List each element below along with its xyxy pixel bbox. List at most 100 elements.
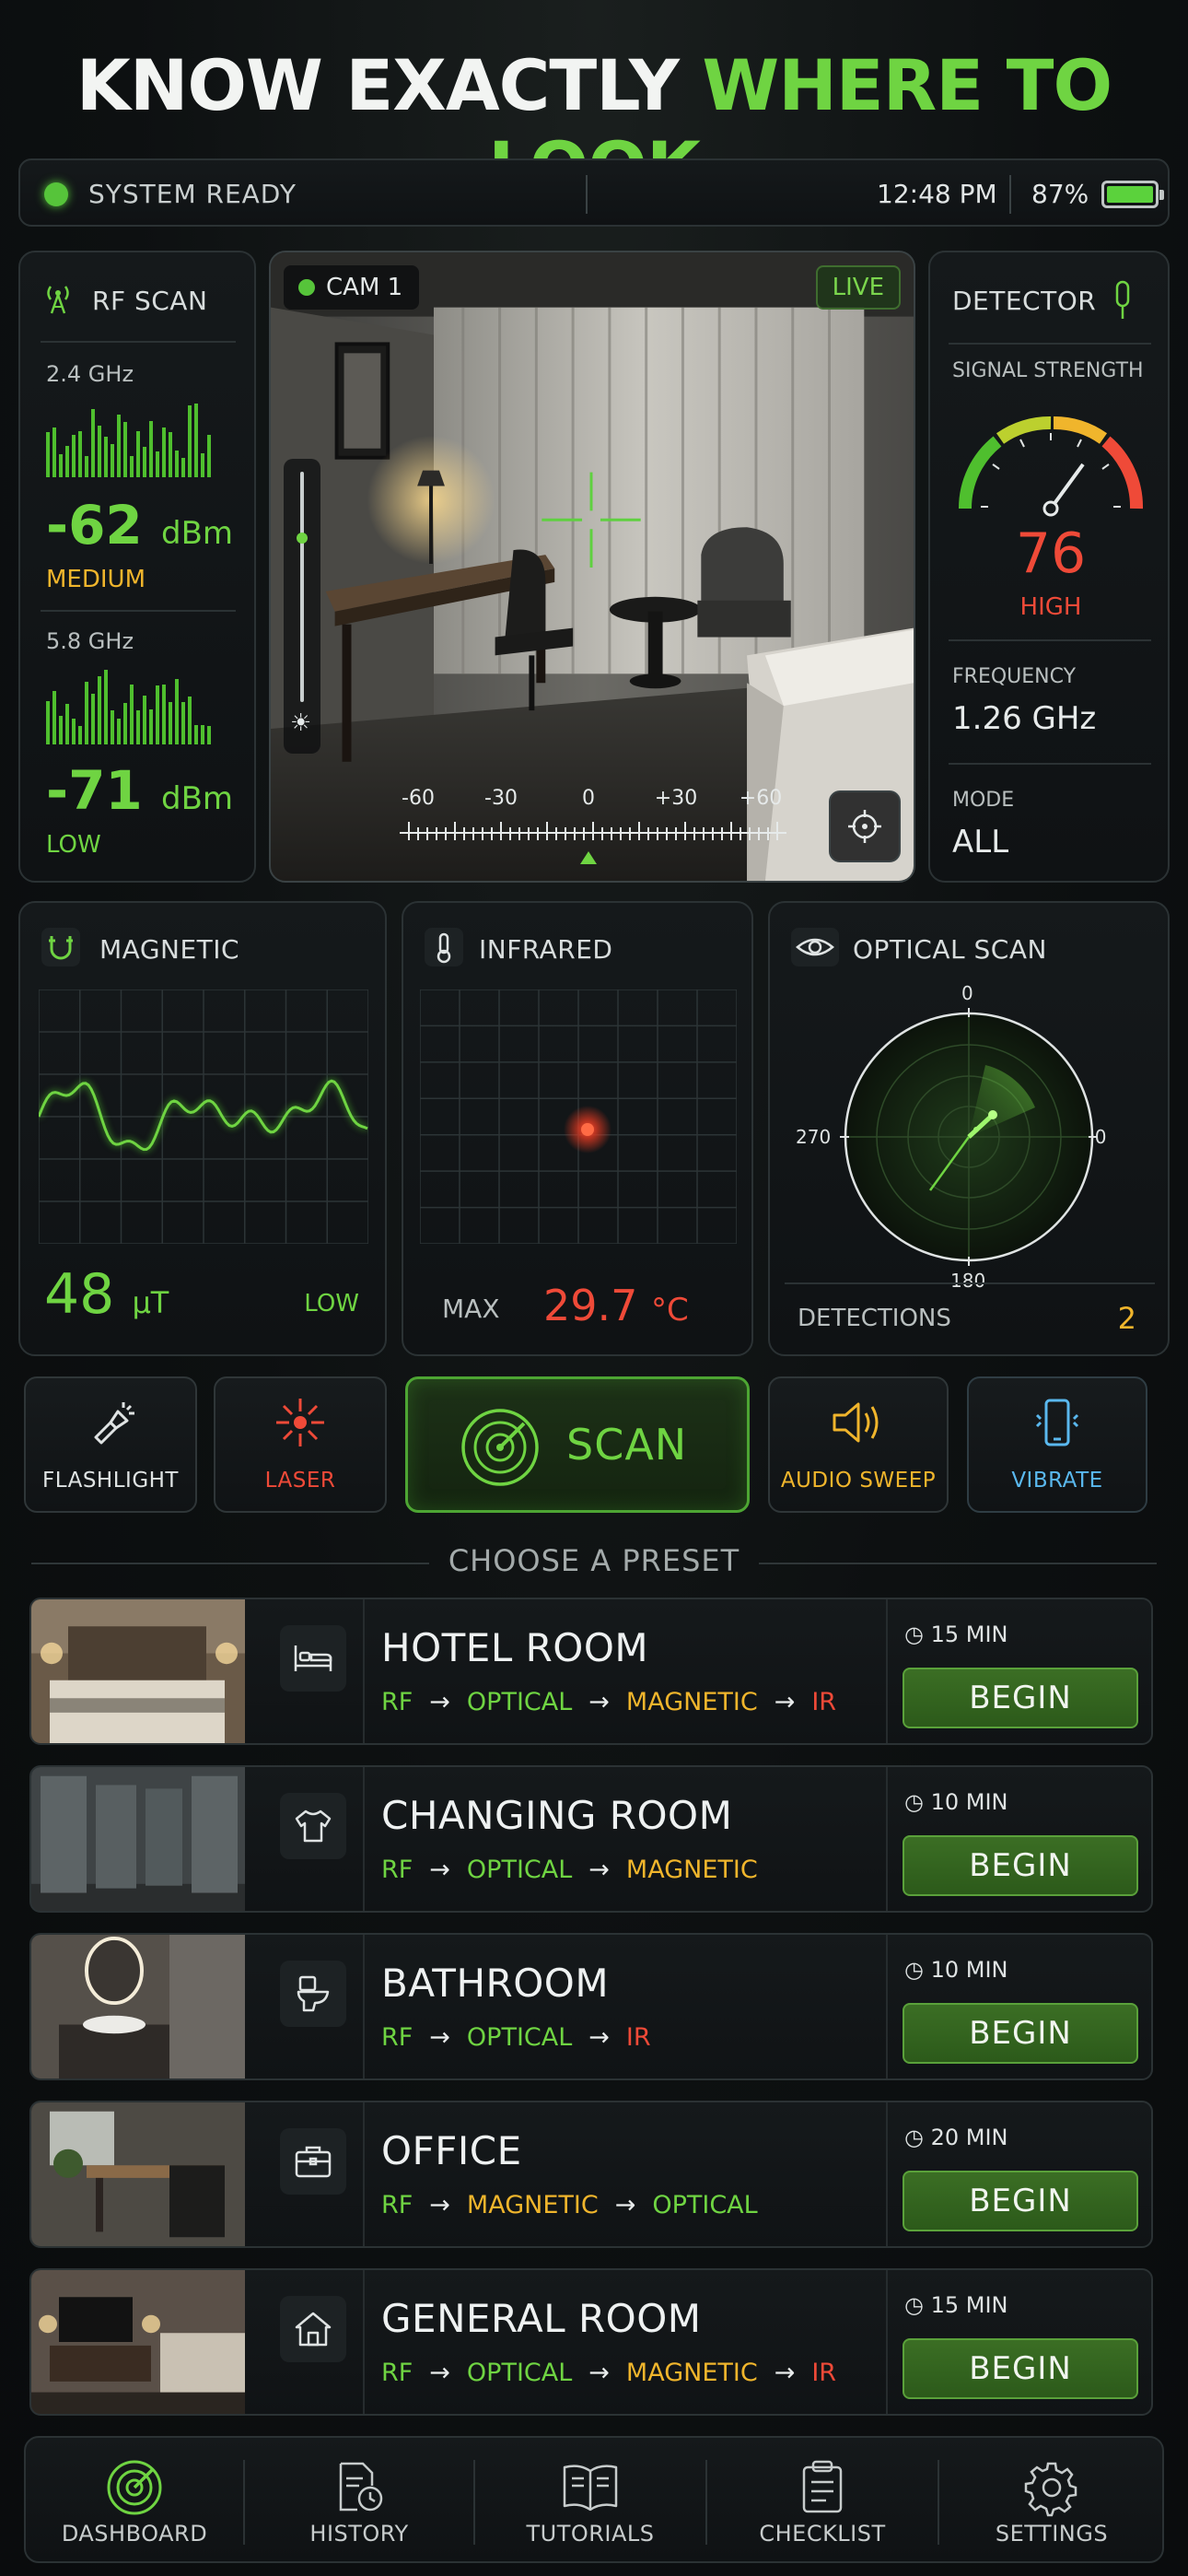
infrared-panel[interactable]: INFRARED MAX 29.7 °C: [402, 901, 753, 1356]
rf-scan-panel[interactable]: RF SCAN 2.4 GHz -62 dBm MEDIUM 5.8 GHz -…: [18, 251, 256, 883]
spectrum-bar: [52, 691, 56, 744]
band1-spectrum: [46, 402, 211, 477]
slider-track[interactable]: [300, 472, 304, 702]
band2-freq: 5.8 GHz: [46, 628, 134, 654]
preset-duration: ◷ 20 MIN: [904, 2125, 1008, 2150]
band2-spectrum: [46, 669, 211, 744]
preset-changing-room[interactable]: CHANGING ROOM RF → OPTICAL → MAGNETIC ◷ 10 M…: [29, 1765, 1153, 1913]
flashlight-icon: [94, 1402, 134, 1445]
divider: [886, 2102, 888, 2246]
frequency-label: FREQUENCY: [952, 665, 1077, 688]
preset-icon-box: [280, 2128, 346, 2195]
spectrum-bar: [104, 437, 108, 477]
detections-label: DETECTIONS: [798, 1305, 951, 1332]
preset-icon-box: [280, 2296, 346, 2362]
mode-value[interactable]: ALL: [952, 824, 1008, 861]
spectrum-bar: [46, 432, 50, 477]
spectrum-bar: [130, 685, 134, 744]
begin-button[interactable]: BEGIN: [903, 2171, 1138, 2231]
optical-scan-panel[interactable]: OPTICAL SCAN 0 90 180 270 DETECTIONS 2: [768, 901, 1170, 1356]
nav-settings[interactable]: SETTINGS: [939, 2438, 1164, 2561]
begin-button[interactable]: BEGIN: [903, 2338, 1138, 2399]
antenna-icon: [47, 286, 69, 314]
vibrate-label: VIBRATE: [1011, 1469, 1103, 1493]
spectrum-bar: [169, 702, 172, 744]
preset-office[interactable]: OFFICE RF → MAGNETIC → OPTICAL ◷ 20 MIN BEGI…: [29, 2101, 1153, 2248]
preset-name: GENERAL ROOM: [381, 2296, 702, 2341]
preset-icon-box: [280, 1961, 346, 2027]
spectrum-bar: [72, 435, 76, 477]
live-dot-icon: [298, 279, 315, 296]
preset-duration: ◷ 15 MIN: [904, 1622, 1008, 1647]
bed-icon: [294, 1645, 332, 1671]
radar-display: [840, 1008, 1098, 1266]
begin-button[interactable]: BEGIN: [903, 1835, 1138, 1896]
nav-label: SETTINGS: [995, 2521, 1109, 2547]
detections-count: 2: [1117, 1301, 1136, 1336]
brightness-slider[interactable]: ☀: [284, 459, 320, 754]
clock-icon: ◷: [904, 2125, 924, 2150]
begin-button[interactable]: BEGIN: [903, 2003, 1138, 2064]
thermometer-icon: [425, 928, 463, 966]
briefcase-icon: [295, 2146, 332, 2178]
ruler-tick-label: -30: [484, 787, 518, 810]
nav-checklist[interactable]: CHECKLIST: [707, 2438, 938, 2561]
bottom-nav: DASHBOARD HISTORY TUTORIALS CHECKLIST SE…: [24, 2436, 1164, 2563]
mode-label: MODE: [952, 789, 1015, 812]
signal-level: HIGH: [1019, 593, 1082, 621]
preset-hotel-room[interactable]: HOTEL ROOM RF → OPTICAL → MAGNETIC → IR ◷ 15 M…: [29, 1598, 1153, 1745]
spectrum-bar: [59, 716, 63, 744]
laser-button[interactable]: LASER: [214, 1376, 387, 1513]
nav-tutorials[interactable]: TUTORIALS: [475, 2438, 705, 2561]
spectrum-bar: [78, 431, 82, 477]
divider: [886, 1935, 888, 2078]
frequency-value: 1.26 GHz: [952, 700, 1097, 737]
spectrum-bar: [98, 676, 101, 744]
slider-knob[interactable]: [297, 533, 308, 544]
scan-button[interactable]: SCAN: [405, 1376, 750, 1513]
divider: [886, 1599, 888, 1743]
flashlight-label: FLASHLIGHT: [42, 1469, 179, 1493]
clipboard-icon: [802, 2460, 843, 2513]
spectrum-bar: [162, 685, 166, 744]
divider: [949, 763, 1151, 765]
nav-history[interactable]: HISTORY: [245, 2438, 473, 2561]
spectrum-bar: [201, 453, 204, 477]
probe-icon: [1115, 280, 1130, 319]
spectrum-bar: [91, 694, 95, 744]
magnetic-panel[interactable]: MAGNETIC 48 µT LOW: [18, 901, 387, 1356]
laser-label: LASER: [264, 1469, 336, 1493]
spectrum-bar: [207, 435, 211, 477]
vibrate-button[interactable]: VIBRATE: [967, 1376, 1147, 1513]
preset-sequence: RF → OPTICAL → IR: [381, 2023, 651, 2052]
divider: [363, 1767, 365, 1911]
detector-panel[interactable]: DETECTOR SIGNAL STRENGTH 76 HIGH FREQUEN…: [928, 251, 1170, 883]
band1-freq: 2.4 GHz: [46, 361, 134, 387]
pan-ruler[interactable]: -60 -30 0 +30 +60: [400, 787, 786, 870]
infrared-max-value: 29.7 °C: [543, 1281, 689, 1330]
radar-icon: [461, 1409, 539, 1486]
preset-name: OFFICE: [381, 2128, 522, 2173]
crosshair-icon: [848, 810, 881, 843]
flashlight-button[interactable]: FLASHLIGHT: [24, 1376, 197, 1513]
divider: [41, 610, 236, 612]
preset-general-room[interactable]: GENERAL ROOM RF → OPTICAL → MAGNETIC → IR ◷ 15…: [29, 2268, 1153, 2416]
nav-label: DASHBOARD: [61, 2521, 208, 2547]
spectrum-bar: [162, 427, 166, 477]
vibrate-phone-icon: [1035, 1399, 1079, 1446]
divider: [363, 2270, 365, 2414]
crosshair-button[interactable]: [829, 790, 901, 862]
preset-bathroom[interactable]: BATHROOM RF → OPTICAL → IR ◷ 10 MIN BEGIN: [29, 1933, 1153, 2080]
camera-feed[interactable]: CAM 1 LIVE ☀ -60 -30 0 +30 +60: [269, 251, 915, 883]
infrared-heatmap: [420, 989, 737, 1244]
optical-title: OPTICAL SCAN: [853, 934, 1047, 965]
audio-sweep-button[interactable]: AUDIO SWEEP: [768, 1376, 949, 1513]
spectrum-bar: [78, 726, 82, 744]
nav-dashboard[interactable]: DASHBOARD: [26, 2438, 243, 2561]
ruler-tick-label: +30: [654, 787, 698, 810]
ruler-tick-label: 0: [582, 787, 595, 810]
magnetic-level: LOW: [304, 1290, 359, 1317]
camera-label[interactable]: CAM 1: [284, 265, 420, 310]
begin-button[interactable]: BEGIN: [903, 1668, 1138, 1728]
spectrum-bar: [136, 710, 140, 744]
